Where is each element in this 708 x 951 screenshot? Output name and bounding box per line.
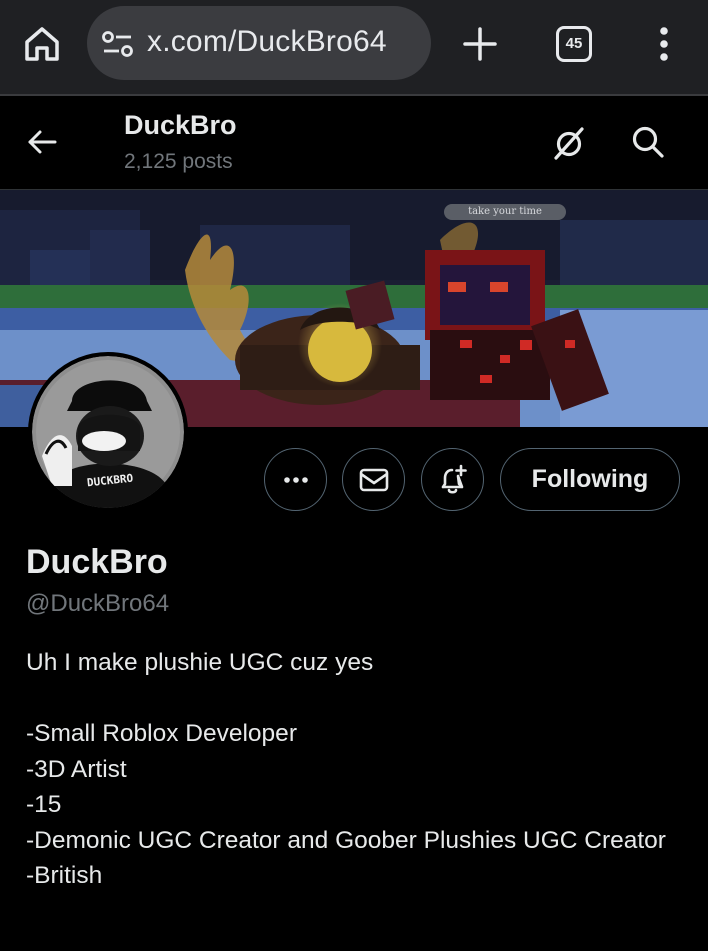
bio-line: [26, 681, 686, 717]
display-name: DuckBro: [26, 543, 168, 581]
home-button[interactable]: [22, 24, 62, 64]
bell-plus-icon: [441, 464, 467, 494]
message-button[interactable]: [342, 448, 405, 511]
address-bar[interactable]: x.com/DuckBro64: [87, 6, 431, 80]
banner-caption: take your time: [444, 204, 566, 220]
search-button[interactable]: [630, 124, 666, 160]
browser-toolbar: x.com/DuckBro64 45: [0, 0, 708, 96]
avatar-image: DUCKBRO: [32, 356, 184, 508]
tab-switcher-button[interactable]: 45: [556, 26, 592, 62]
bio-line: -Small Roblox Developer: [26, 720, 297, 747]
bio-line: -Demonic UGC Creator and Goober Plushies…: [26, 826, 666, 854]
more-vertical-icon: [660, 27, 668, 61]
arrow-left-icon: [28, 130, 57, 154]
user-handle: @DuckBro64: [26, 590, 170, 617]
grok-button[interactable]: [551, 126, 587, 162]
url-text: x.com/DuckBro64: [147, 25, 387, 58]
bio-line: -British: [26, 862, 103, 889]
bio-line: Uh I make plushie UGC cuz yes: [26, 649, 374, 676]
profile-avatar[interactable]: DUCKBRO: [28, 352, 188, 512]
profile-bio: Uh I make plushie UGC cuz yes -Small Rob…: [26, 645, 686, 894]
profile-top-bar: DuckBro 2,125 posts: [0, 98, 708, 190]
bio-line: -15: [26, 791, 62, 818]
browser-menu-button[interactable]: [650, 24, 678, 64]
search-icon: [632, 126, 664, 158]
following-button[interactable]: Following: [500, 448, 680, 511]
site-settings-icon: [102, 31, 133, 57]
more-options-button[interactable]: [264, 448, 327, 511]
post-count: 2,125 posts: [124, 150, 233, 173]
new-tab-button[interactable]: [460, 24, 500, 64]
header-title: DuckBro: [124, 110, 237, 140]
grok-icon: [554, 127, 584, 160]
tab-count: 45: [565, 35, 583, 52]
more-horizontal-icon: [284, 477, 308, 483]
home-icon: [25, 27, 59, 61]
notifications-button[interactable]: [421, 448, 484, 511]
envelope-icon: [359, 468, 389, 492]
bio-line: -3D Artist: [26, 755, 127, 783]
plus-icon: [463, 27, 497, 61]
back-button[interactable]: [26, 126, 58, 158]
